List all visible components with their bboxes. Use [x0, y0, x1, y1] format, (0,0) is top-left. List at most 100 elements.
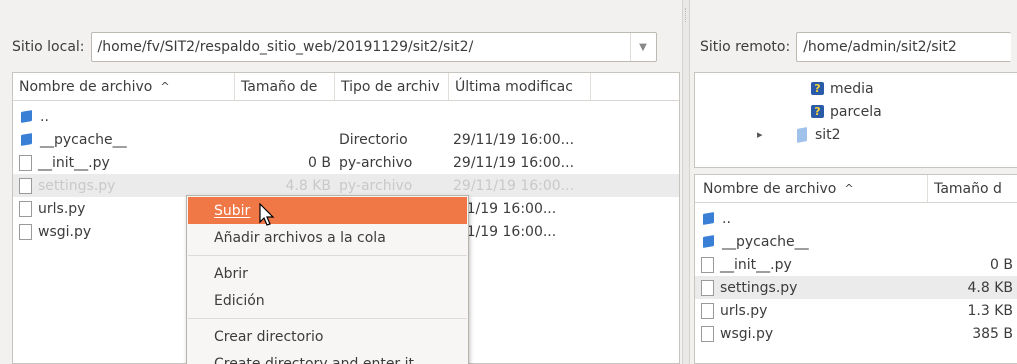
pane-splitter[interactable] — [682, 0, 690, 364]
filename: __init__.py — [720, 256, 792, 273]
remote-site-pane: Sitio remoto: /home/admin/sit2/sit2 ? med… — [690, 0, 1017, 364]
menu-item-create-directory-enter[interactable]: Create directory and enter it — [187, 350, 468, 364]
remote-list-header: Nombre de archivo ^ Tamaño d — [695, 175, 1017, 203]
filename: __init__.py — [38, 154, 110, 171]
local-path-bar: Sitio local: /home/fv/SIT2/respaldo_siti… — [0, 28, 682, 66]
folder-icon — [21, 133, 32, 146]
file-icon — [701, 279, 714, 296]
folder-icon — [797, 126, 807, 143]
table-row[interactable]: __pycache__ Directorio 29/11/19 16:00... — [13, 128, 679, 151]
table-row[interactable]: wsgi.py 385 B — [695, 322, 1017, 345]
filename-cell: __pycache__ — [695, 230, 931, 253]
size-cell — [235, 128, 335, 151]
filename: wsgi.py — [38, 223, 92, 240]
table-row[interactable]: settings.py 4.8 KB py-archivo 29/11/19 16:0… — [13, 174, 679, 197]
size-cell: 0 B — [308, 154, 331, 171]
filename: .. — [40, 108, 49, 125]
column-modified[interactable]: Última modificac — [449, 73, 591, 100]
filename-cell: settings.py — [695, 276, 931, 299]
dropdown-arrow-icon[interactable]: ▼ — [629, 33, 656, 61]
modified-cell: /11/19 16:00... — [453, 200, 557, 217]
table-row[interactable]: __init__.py 0 B py-archivo 29/11/19 16:00..… — [13, 151, 679, 174]
size-cell: 0 B — [990, 256, 1013, 273]
menu-item-upload[interactable]: Subir — [188, 197, 467, 224]
table-row[interactable]: urls.py 1.3 KB — [695, 299, 1017, 322]
filename-cell: __init__.py — [13, 151, 235, 174]
filename: urls.py — [720, 302, 768, 319]
tree-item-label: parcela — [830, 103, 882, 120]
folder-icon — [703, 212, 714, 225]
remote-path-bar: Sitio remoto: /home/admin/sit2/sit2 — [690, 28, 1017, 66]
type-cell: py-archivo — [339, 177, 413, 194]
type-cell — [335, 105, 449, 128]
type-cell: py-archivo — [339, 154, 413, 171]
filename: __pycache__ — [722, 233, 809, 250]
type-cell: Directorio — [339, 131, 408, 148]
menu-item-create-directory[interactable]: Crear directorio — [187, 323, 468, 350]
mouse-pointer-icon — [259, 203, 275, 226]
filename-cell: __init__.py — [695, 253, 931, 276]
expander-icon[interactable]: ▸ — [757, 128, 797, 141]
file-icon — [19, 154, 32, 171]
context-menu: Subir Añadir archivos a la cola Abrir Ed… — [186, 195, 469, 364]
column-type[interactable]: Tipo de archiv — [335, 73, 449, 100]
filename: urls.py — [38, 200, 86, 217]
local-site-label: Sitio local: — [12, 39, 85, 55]
splitter-grip-icon — [685, 8, 688, 22]
file-icon — [701, 302, 714, 319]
sort-ascending-icon: ^ — [844, 182, 854, 195]
tree-item[interactable]: ? media — [695, 77, 1017, 100]
size-cell — [931, 207, 1017, 230]
column-size[interactable]: Tamaño de — [235, 73, 335, 100]
filename: wsgi.py — [720, 325, 774, 342]
remote-column-size[interactable]: Tamaño d — [928, 175, 1017, 202]
filename-cell: urls.py — [695, 299, 931, 322]
menu-item-open[interactable]: Abrir — [187, 260, 468, 287]
filename-cell: settings.py — [13, 174, 235, 197]
menu-item-edit[interactable]: Edición — [187, 287, 468, 314]
local-path-value[interactable]: /home/fv/SIT2/respaldo_sitio_web/2019112… — [92, 39, 630, 55]
remote-site-label: Sitio remoto: — [700, 39, 791, 55]
file-icon — [19, 223, 32, 240]
modified-cell: /11/19 16:00... — [453, 223, 557, 240]
folder-icon — [703, 235, 714, 248]
table-row[interactable]: __pycache__ — [695, 230, 1017, 253]
tree-item[interactable]: ▸ sit2 — [695, 123, 1017, 146]
column-filename[interactable]: Nombre de archivo ^ — [13, 73, 235, 100]
file-icon — [19, 177, 32, 194]
table-row[interactable]: .. — [695, 207, 1017, 230]
filename-cell: wsgi.py — [695, 322, 931, 345]
tree-item[interactable]: ? parcela — [695, 100, 1017, 123]
file-icon — [19, 200, 32, 217]
remote-file-list[interactable]: Nombre de archivo ^ Tamaño d .. __pycache… — [694, 174, 1017, 364]
table-row[interactable]: settings.py 4.8 KB — [695, 276, 1017, 299]
menu-separator — [188, 255, 467, 256]
local-path-combo[interactable]: /home/fv/SIT2/respaldo_sitio_web/2019112… — [90, 32, 657, 62]
filename-cell: .. — [695, 207, 931, 230]
menu-separator — [188, 318, 467, 319]
folder-icon — [21, 110, 32, 123]
remote-column-filename[interactable]: Nombre de archivo ^ — [695, 175, 929, 202]
size-cell: 1.3 KB — [967, 302, 1014, 319]
file-icon — [701, 256, 714, 273]
size-cell: 4.8 KB — [967, 279, 1014, 296]
filename: settings.py — [38, 177, 116, 194]
remote-path-combo[interactable]: /home/admin/sit2/sit2 — [796, 32, 1012, 62]
table-row[interactable]: .. — [13, 105, 679, 128]
tree-item-label: media — [830, 80, 874, 97]
menu-item-add-to-queue[interactable]: Añadir archivos a la cola — [187, 224, 468, 251]
table-row[interactable]: __init__.py 0 B — [695, 253, 1017, 276]
sort-ascending-icon: ^ — [160, 80, 170, 93]
remote-path-value[interactable]: /home/admin/sit2/sit2 — [797, 39, 1011, 55]
tree-item-label: sit2 — [815, 126, 841, 143]
modified-cell — [449, 105, 591, 128]
filename: settings.py — [720, 279, 798, 296]
question-icon: ? — [811, 105, 824, 118]
filename: __pycache__ — [40, 131, 127, 148]
size-cell — [235, 105, 335, 128]
modified-cell: 29/11/19 16:00... — [453, 177, 575, 194]
size-cell: 385 B — [972, 325, 1013, 342]
modified-cell: 29/11/19 16:00... — [453, 154, 575, 171]
remote-dir-tree[interactable]: ? media? parcela ▸ sit2 — [694, 72, 1017, 168]
modified-cell: 29/11/19 16:00... — [453, 131, 575, 148]
